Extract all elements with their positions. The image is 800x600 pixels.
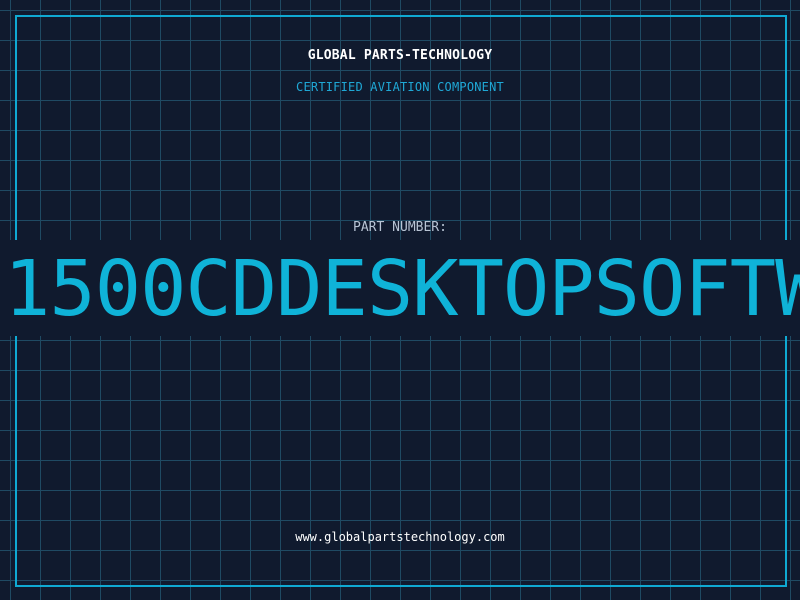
part-number-label: PART NUMBER: [353, 220, 447, 235]
certificate-canvas: GLOBAL PARTS-TECHNOLOGY CERTIFIED AVIATI… [0, 0, 800, 600]
part-number-value: 1500CDDESKTOPSOFTW [4, 245, 800, 334]
certification-subtitle: CERTIFIED AVIATION COMPONENT [296, 80, 504, 94]
company-name: GLOBAL PARTS-TECHNOLOGY [307, 48, 493, 63]
website-link[interactable]: www.globalpartstechnology.com [0, 530, 800, 544]
part-number-band: 1500CDDESKTOPSOFTW [0, 240, 800, 336]
